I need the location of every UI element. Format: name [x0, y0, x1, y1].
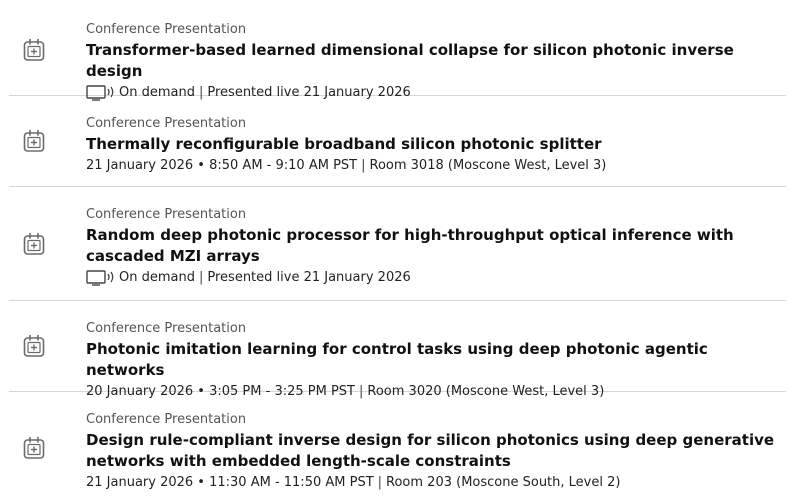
add-to-schedule-button[interactable] — [23, 232, 45, 256]
meta-separator: | — [361, 158, 366, 173]
presentation-type: Conference Presentation — [86, 207, 247, 222]
add-to-schedule-button[interactable] — [23, 129, 45, 153]
presentation-title-link[interactable]: Design rule-compliant inverse design for… — [86, 430, 786, 472]
presentation-type: Conference Presentation — [86, 116, 247, 131]
calendar-add-icon — [23, 129, 45, 152]
monitor-sound-icon — [86, 270, 116, 286]
calendar-add-icon — [23, 232, 45, 255]
presentation-title-link[interactable]: Photonic imitation learning for control … — [86, 339, 786, 381]
presentation-meta: On demand | Presented live 21 January 20… — [86, 270, 786, 286]
presentation-meta: 21 January 2026 • 11:30 AM - 11:50 AM PS… — [86, 475, 786, 491]
meta-separator: | — [198, 270, 204, 285]
presentation-title-link[interactable]: Random deep photonic processor for high-… — [86, 225, 786, 267]
presented-date: Presented live 21 January 2026 — [207, 270, 411, 285]
presentation-type: Conference Presentation — [86, 22, 247, 37]
presentation-list: Conference Presentation Transformer-base… — [0, 0, 800, 497]
on-demand-label: On demand — [119, 270, 195, 285]
schedule-time: 21 January 2026 • 11:30 AM - 11:50 AM PS… — [86, 475, 374, 490]
presentation-title-link[interactable]: Transformer-based learned dimensional co… — [86, 40, 786, 82]
schedule-time: 21 January 2026 • 8:50 AM - 9:10 AM PST — [86, 158, 358, 173]
room-location: Room 3018 (Moscone West, Level 3) — [369, 158, 607, 173]
add-to-schedule-button[interactable] — [23, 334, 45, 358]
add-to-schedule-button[interactable] — [23, 38, 45, 62]
calendar-add-icon — [23, 334, 45, 357]
presentation-type: Conference Presentation — [86, 321, 247, 336]
meta-separator: | — [377, 475, 383, 490]
add-to-schedule-button[interactable] — [23, 436, 45, 460]
presentation-type: Conference Presentation — [86, 412, 247, 427]
list-item: Conference Presentation Transformer-base… — [9, 0, 786, 101]
room-location: Room 203 (Moscone South, Level 2) — [386, 475, 621, 490]
calendar-add-icon — [23, 38, 45, 61]
list-item: Conference Presentation Design rule-comp… — [9, 392, 786, 497]
presentation-meta: 21 January 2026 • 8:50 AM - 9:10 AM PST … — [86, 158, 786, 174]
list-item: Conference Presentation Random deep phot… — [9, 187, 786, 301]
presentation-title-link[interactable]: Thermally reconfigurable broadband silic… — [86, 134, 786, 155]
list-item: Conference Presentation Thermally reconf… — [9, 96, 786, 187]
calendar-add-icon — [23, 436, 45, 459]
list-item: Conference Presentation Photonic imitati… — [9, 301, 786, 399]
